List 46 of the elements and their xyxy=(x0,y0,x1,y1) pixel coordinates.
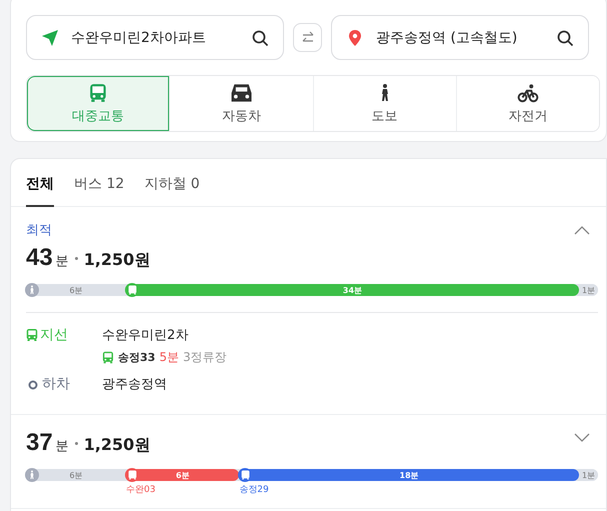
map-pin-icon xyxy=(346,28,364,46)
segment-duration: 6분 xyxy=(69,470,83,480)
swap-button[interactable] xyxy=(293,23,322,52)
arrival-time: 5분 xyxy=(159,349,179,366)
step-type: 하차 xyxy=(42,375,70,393)
bus-icon xyxy=(240,470,250,480)
car-icon xyxy=(230,82,253,102)
segment-duration: 6분 xyxy=(69,284,83,296)
filter-tab[interactable]: 전체 xyxy=(26,173,54,207)
route-summary: 43 분 1,250원 xyxy=(26,244,150,272)
filter-tab[interactable]: 버스 12 xyxy=(74,173,124,207)
segment-duration: 1분 xyxy=(582,470,596,480)
search-icon xyxy=(251,28,269,46)
field-value: 광주송정역 (고속철도) xyxy=(376,28,518,46)
step-type: 지선 xyxy=(40,326,68,344)
bus-icon xyxy=(128,285,136,295)
stop-name: 광주송정역 xyxy=(102,376,167,394)
field-value: 수완우미린2차아파트 xyxy=(71,28,206,46)
input-field[interactable]: 광주송정역 (고속철도) xyxy=(331,15,589,60)
route-label: 최적 xyxy=(26,222,53,239)
bus-icon xyxy=(26,328,38,342)
segment-duration: 6분 xyxy=(176,470,190,480)
segment-duration: 18분 xyxy=(400,470,419,480)
mode-tab[interactable]: 자전거 xyxy=(456,76,599,131)
bus-line-label: 송정29 xyxy=(239,484,269,496)
segment-duration: 34분 xyxy=(342,284,362,296)
bus-icon xyxy=(128,470,136,480)
stop-name: 수완우미린2차 xyxy=(102,327,190,345)
collapse-chevron-icon[interactable] xyxy=(574,225,590,235)
search-icon xyxy=(556,28,574,46)
bicycle-icon xyxy=(516,82,539,102)
walking-person-icon xyxy=(30,285,34,295)
bus-line-label: 수완03 xyxy=(126,484,156,496)
segment-duration: 1분 xyxy=(582,284,596,296)
swap-arrows-icon xyxy=(300,30,314,44)
input-field[interactable]: 수완우미린2차아파트 xyxy=(26,15,284,60)
bus-icon xyxy=(89,82,108,102)
navigation-arrow-icon xyxy=(41,28,59,46)
bus-icon xyxy=(102,351,114,364)
walking-person-icon xyxy=(380,82,389,102)
route-summary: 37 분 1,250원 xyxy=(26,429,150,457)
walking-person-icon xyxy=(30,470,34,480)
stop-count: 3정류장 xyxy=(182,349,227,366)
bus-number: 송정33 xyxy=(118,350,156,365)
filter-tab[interactable]: 지하철 0 xyxy=(144,173,200,207)
expand-chevron-icon[interactable] xyxy=(574,433,590,443)
